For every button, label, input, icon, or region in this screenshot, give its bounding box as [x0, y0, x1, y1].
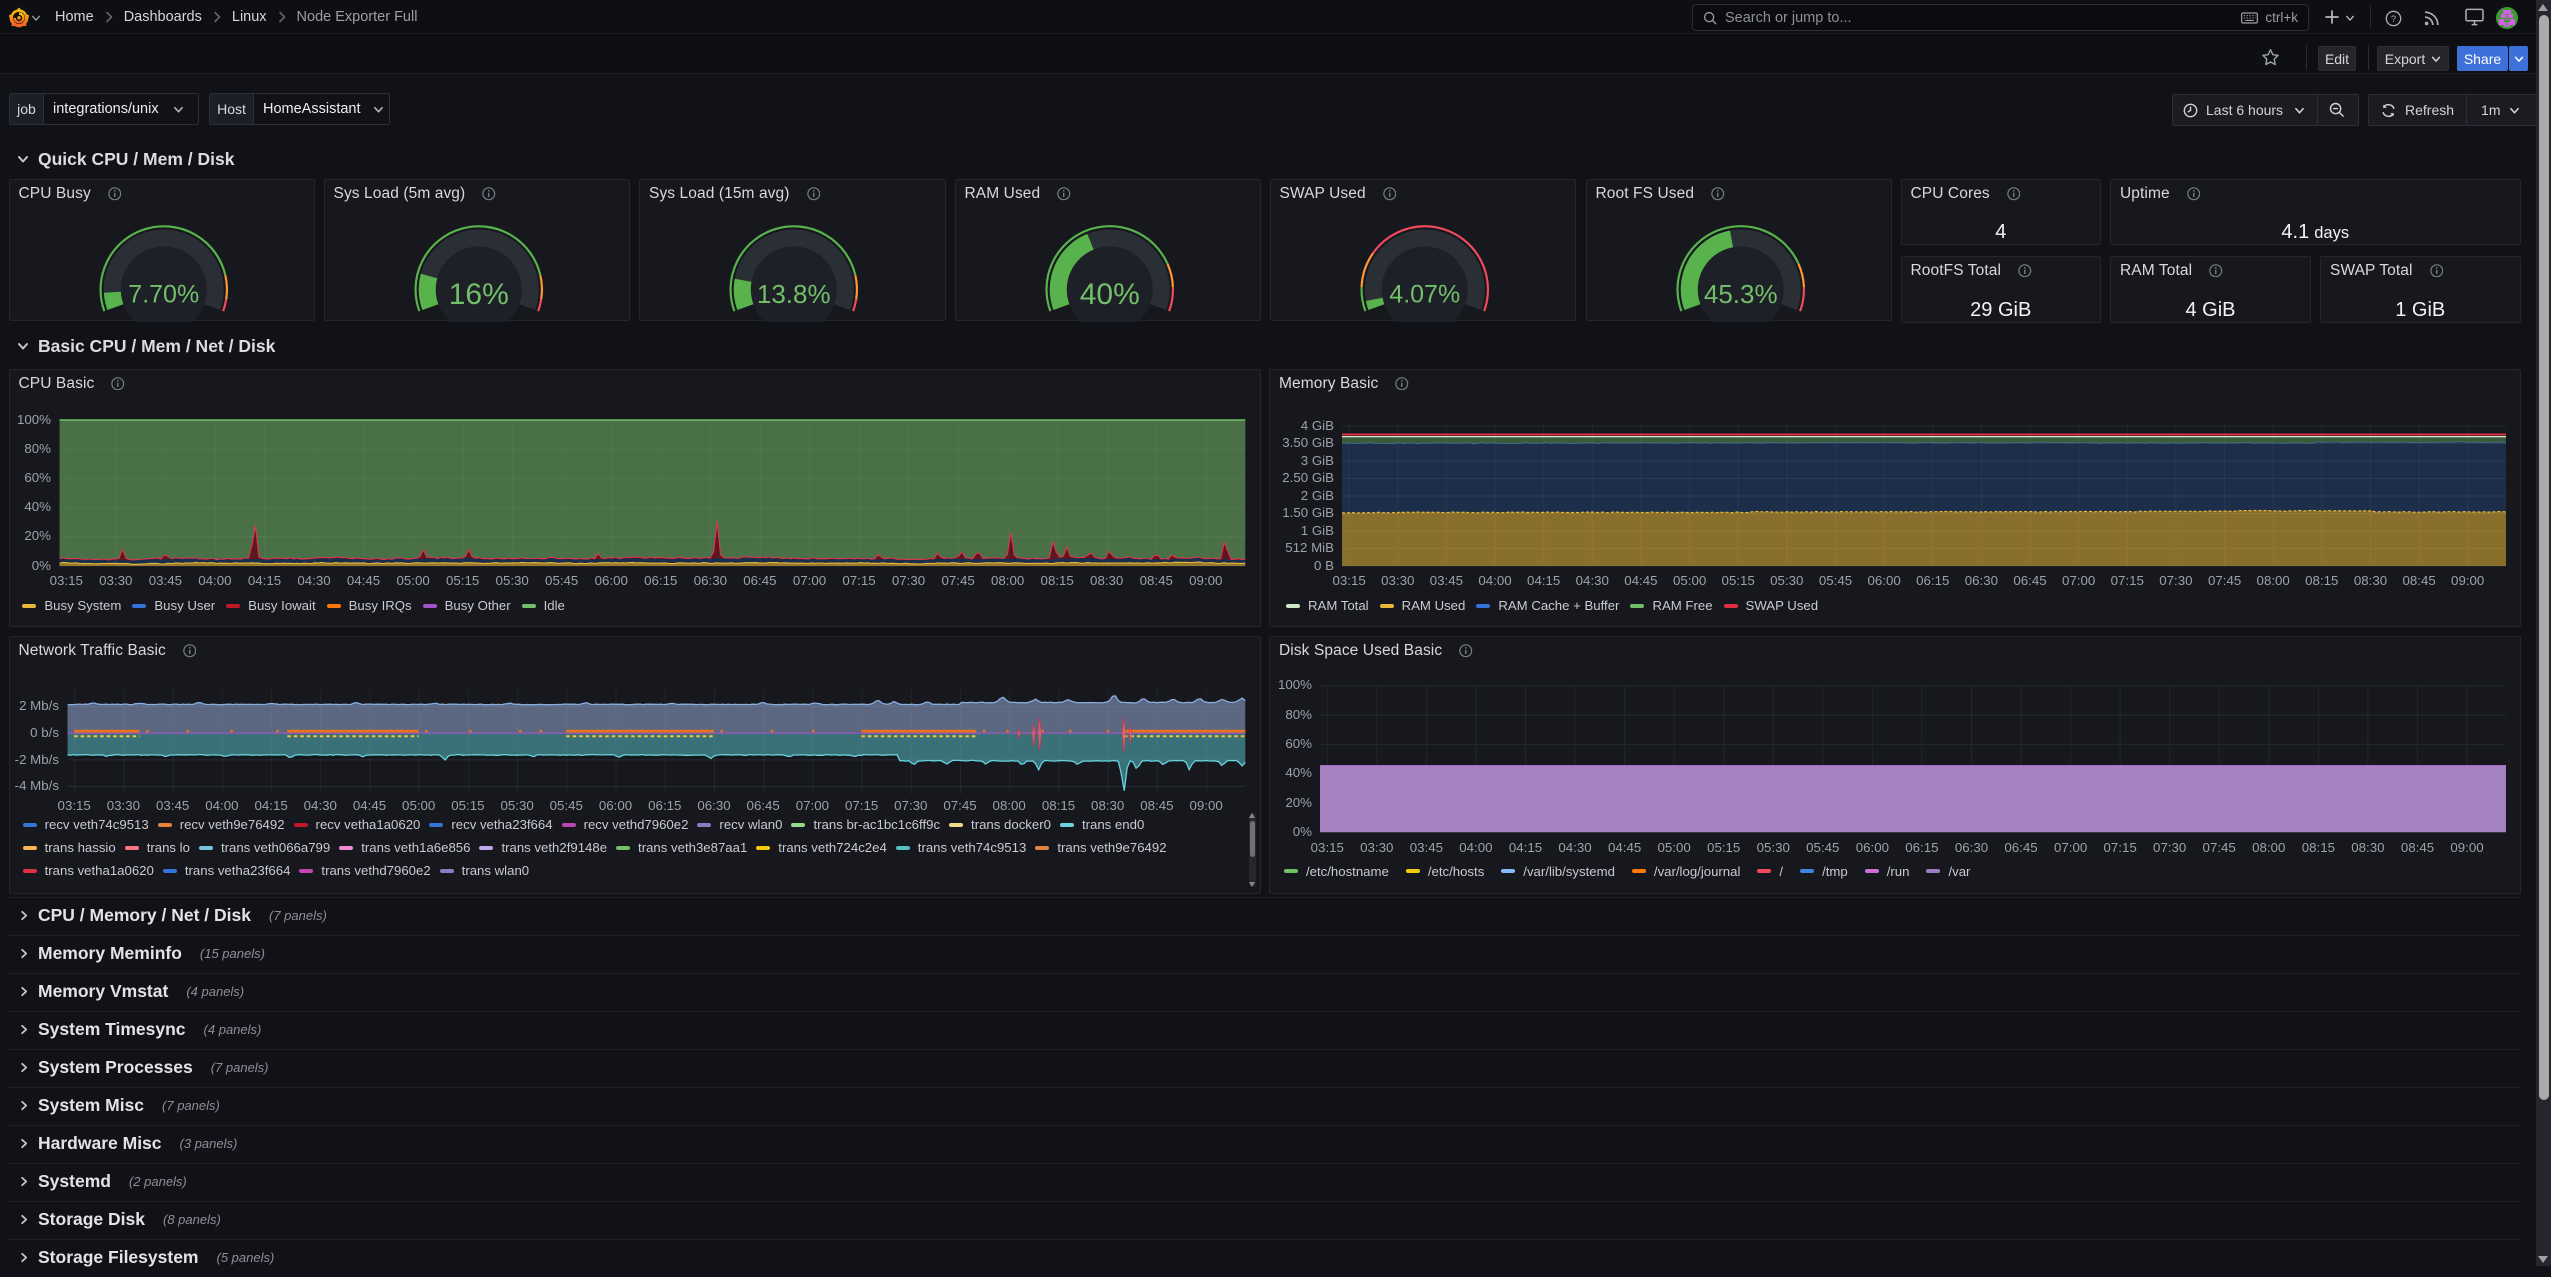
svg-text:7.70%: 7.70% — [128, 281, 199, 309]
svg-text:4.07%: 4.07% — [1389, 281, 1460, 309]
svg-text:16%: 16% — [448, 278, 508, 311]
svg-text:13.8%: 13.8% — [757, 279, 831, 309]
svg-text:45.3%: 45.3% — [1703, 279, 1777, 309]
svg-text:?: ? — [2391, 13, 2396, 24]
svg-text:40%: 40% — [1079, 278, 1139, 311]
